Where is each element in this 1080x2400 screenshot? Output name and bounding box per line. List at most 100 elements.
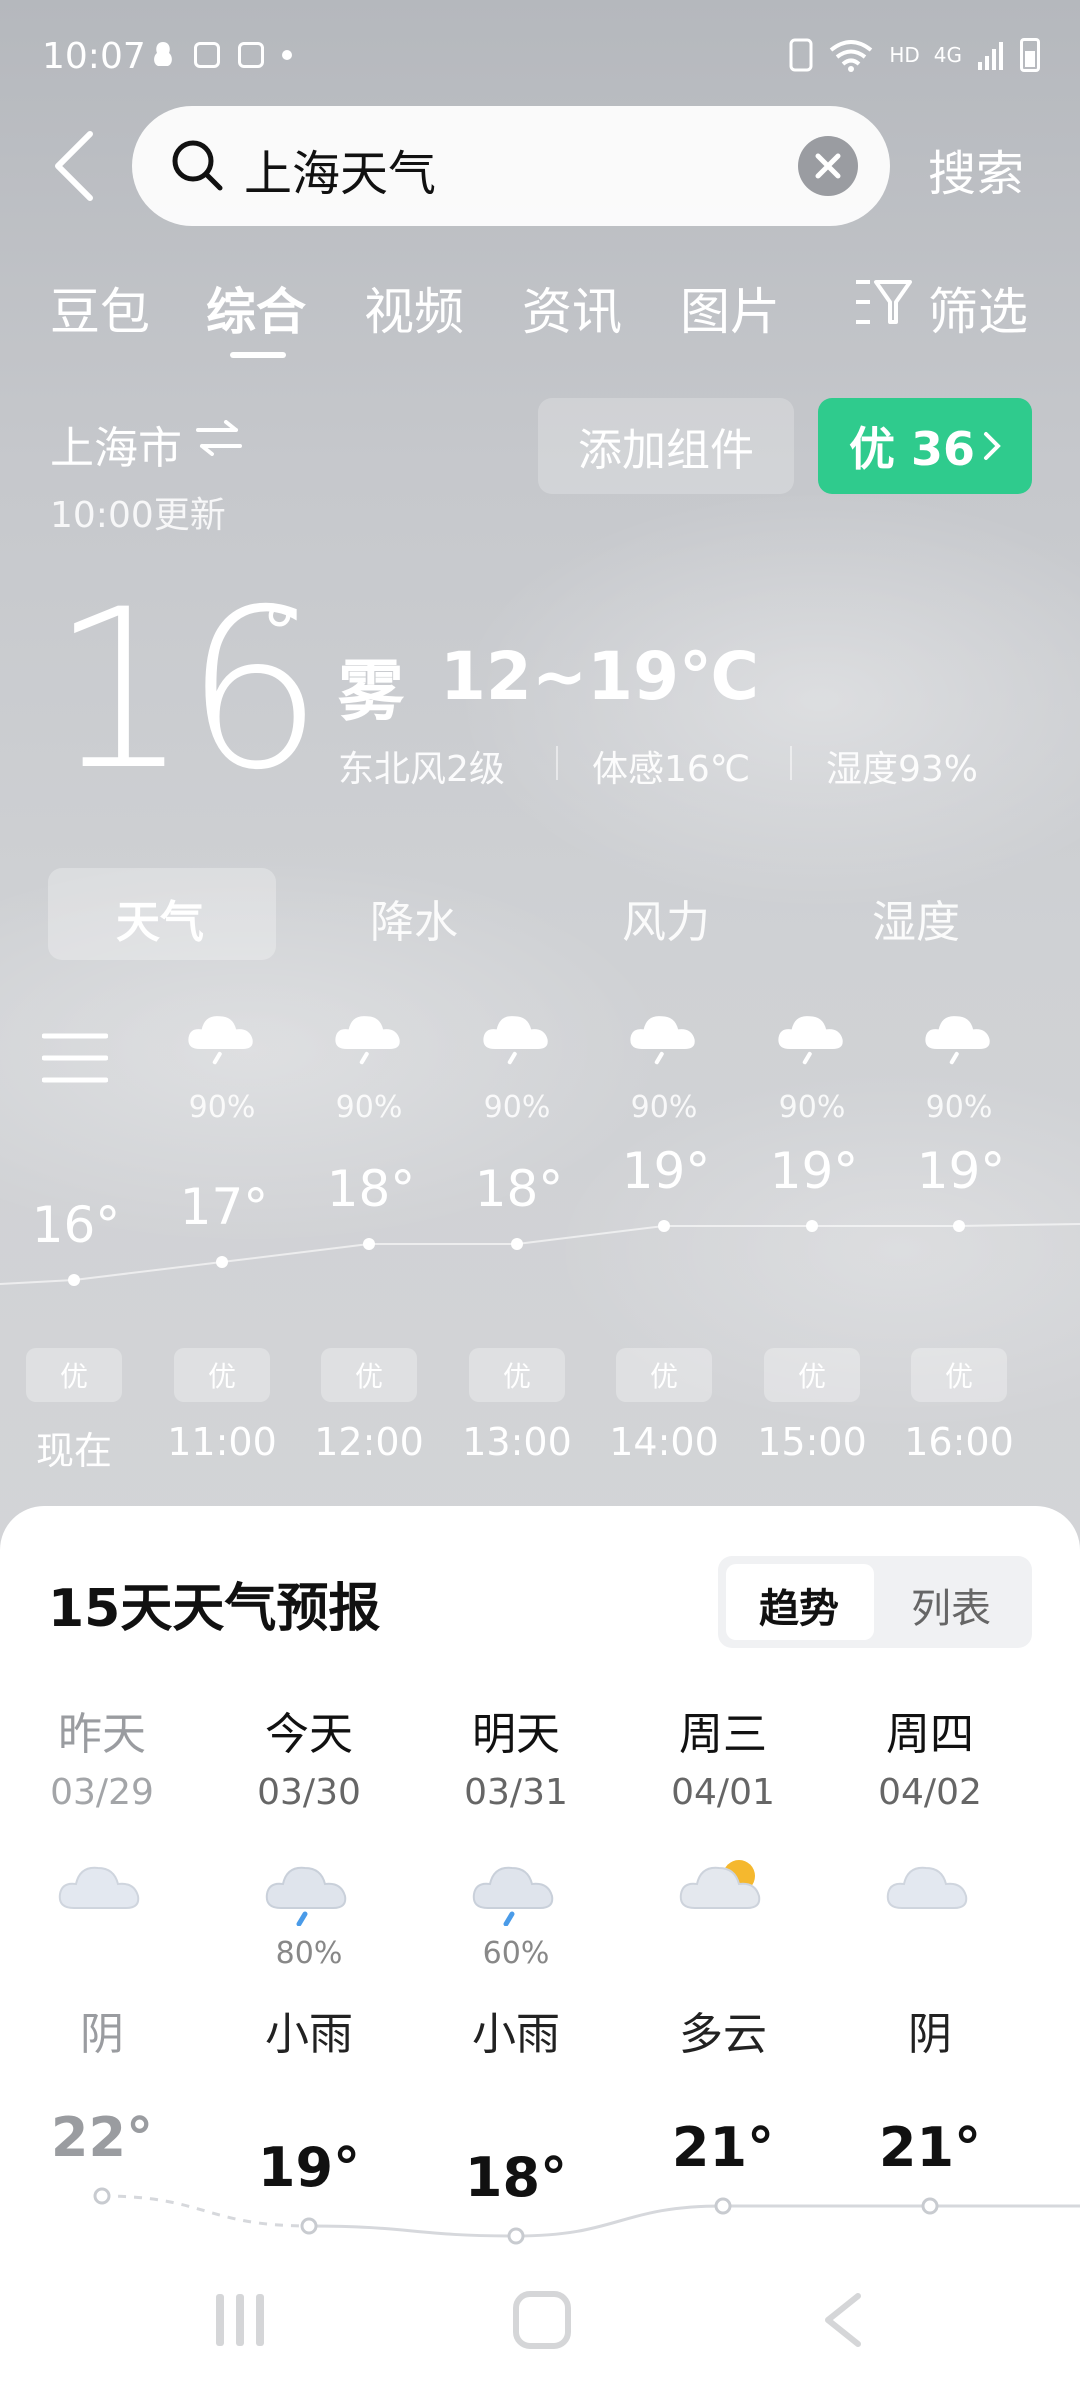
feels-like: 体感16℃ bbox=[592, 749, 751, 790]
hour-time: 现在 bbox=[35, 1429, 112, 1473]
hour-aqi-badge: 优 bbox=[174, 1348, 270, 1402]
hour-aqi-badge: 优 bbox=[469, 1348, 565, 1402]
temperature-range: 12~19℃ bbox=[440, 638, 759, 715]
cloudy-rain-icon bbox=[630, 1016, 695, 1065]
subtab-humidity[interactable]: 湿度 bbox=[872, 886, 960, 950]
divider bbox=[556, 746, 558, 780]
switch-city-icon[interactable] bbox=[196, 420, 242, 456]
day-precipitation: 80% bbox=[275, 1936, 343, 1971]
update-time: 10:00更新 bbox=[50, 495, 226, 536]
cloudy-rain-icon bbox=[925, 1016, 990, 1065]
light-rain-icon bbox=[265, 1866, 347, 1926]
hourly-point bbox=[216, 1256, 228, 1268]
trend-toggle[interactable]: 趋势 bbox=[724, 1576, 874, 1634]
hour-precipitation: 90% bbox=[630, 1090, 698, 1125]
subtab-precipitation[interactable]: 降水 bbox=[370, 886, 458, 950]
home-icon[interactable] bbox=[512, 2290, 572, 2350]
network-type: 4G bbox=[933, 43, 962, 67]
forecast-title: 15天天气预报 bbox=[48, 1579, 381, 1639]
hour-time: 11:00 bbox=[167, 1420, 277, 1464]
app-notification-icon bbox=[154, 42, 172, 66]
day-date: 04/01 bbox=[671, 1772, 775, 1813]
battery-icon bbox=[1020, 38, 1040, 72]
humidity: 湿度93% bbox=[826, 749, 979, 790]
status-system-icons: HD 4G bbox=[789, 38, 1040, 72]
day-date: 04/02 bbox=[878, 1772, 982, 1813]
day-precipitation: 60% bbox=[482, 1936, 550, 1971]
forecast-point bbox=[300, 2217, 318, 2235]
hourly-point bbox=[953, 1220, 965, 1232]
wifi-icon bbox=[830, 40, 873, 72]
tab-images[interactable]: 图片 bbox=[680, 272, 780, 344]
day-date: 03/30 bbox=[257, 1772, 361, 1813]
hour-time: 13:00 bbox=[462, 1420, 572, 1464]
cloudy-rain-icon bbox=[188, 1016, 253, 1065]
degree-symbol: ° bbox=[262, 592, 297, 674]
forecast-point bbox=[714, 2197, 732, 2215]
cloudy-icon bbox=[58, 1866, 140, 1909]
hour-time: 12:00 bbox=[314, 1420, 424, 1464]
forecast-line-segment bbox=[515, 2204, 724, 2238]
cloudy-rain-icon bbox=[335, 1016, 400, 1065]
hour-precipitation: 90% bbox=[335, 1090, 403, 1125]
forecast-point bbox=[93, 2187, 111, 2205]
status-time: 10:07 bbox=[42, 36, 146, 77]
day-condition: 小雨 bbox=[472, 2009, 560, 2060]
aqi-label: 优 36 bbox=[848, 422, 976, 476]
hour-time: 16:00 bbox=[904, 1420, 1014, 1464]
city-name[interactable]: 上海市 bbox=[50, 412, 182, 476]
chevron-right-icon bbox=[984, 432, 1001, 460]
forecast-point bbox=[507, 2227, 525, 2245]
hour-precipitation: 90% bbox=[188, 1090, 256, 1125]
hourly-point bbox=[363, 1238, 375, 1250]
cloudy-rain-icon bbox=[483, 1016, 548, 1065]
hour-aqi-badge: 优 bbox=[764, 1348, 860, 1402]
forecast-point bbox=[921, 2197, 939, 2215]
search-button[interactable]: 搜索 bbox=[928, 134, 1024, 204]
forecast-temperature-line bbox=[93, 2187, 1080, 2245]
day-date: 03/29 bbox=[50, 1772, 154, 1813]
nfc-icon bbox=[789, 38, 813, 72]
hour-aqi-badge: 优 bbox=[616, 1348, 712, 1402]
day-name[interactable]: 今天 bbox=[229, 1698, 389, 1762]
hour-aqi-badge: 优 bbox=[911, 1348, 1007, 1402]
aqi-button[interactable]: 优 36 bbox=[818, 398, 1032, 494]
tab-doubao[interactable]: 豆包 bbox=[50, 272, 150, 344]
cloudy-icon bbox=[886, 1866, 968, 1909]
day-name[interactable]: 明天 bbox=[436, 1698, 596, 1762]
subtab-weather[interactable]: 天气 bbox=[116, 886, 204, 950]
filter-icon[interactable] bbox=[852, 276, 914, 328]
tab-comprehensive[interactable]: 综合 bbox=[206, 272, 306, 344]
light-rain-icon bbox=[472, 1866, 554, 1926]
back-nav-icon[interactable] bbox=[820, 2290, 864, 2350]
hourly-line-path bbox=[0, 1223, 1080, 1285]
back-arrow-icon[interactable] bbox=[46, 128, 106, 204]
day-name[interactable]: 昨天 bbox=[22, 1698, 182, 1762]
day-condition: 阴 bbox=[80, 2009, 124, 2060]
tab-video[interactable]: 视频 bbox=[364, 272, 464, 344]
filter-button[interactable]: 筛选 bbox=[928, 272, 1028, 344]
recent-apps-icon[interactable] bbox=[212, 2290, 268, 2350]
hour-aqi-badge: 优 bbox=[26, 1348, 122, 1402]
partly-cloudy-icon bbox=[679, 1860, 761, 1909]
signal-icon bbox=[978, 42, 1003, 70]
hourly-point bbox=[511, 1238, 523, 1250]
day-name[interactable]: 周三 bbox=[643, 1698, 803, 1762]
active-tab-indicator bbox=[230, 352, 286, 358]
tab-news[interactable]: 资讯 bbox=[522, 272, 622, 344]
list-toggle[interactable]: 列表 bbox=[876, 1576, 1026, 1634]
menu-icon[interactable] bbox=[42, 1030, 108, 1086]
search-input[interactable]: 上海天气 bbox=[244, 134, 436, 204]
day-name[interactable]: 周四 bbox=[850, 1698, 1010, 1762]
status-notification-icons bbox=[150, 40, 292, 70]
forecast-line-segment bbox=[101, 2194, 310, 2228]
divider bbox=[790, 746, 792, 780]
hour-precipitation: 90% bbox=[925, 1090, 993, 1125]
subtab-wind[interactable]: 风力 bbox=[622, 886, 710, 950]
day-condition: 阴 bbox=[908, 2009, 952, 2060]
hour-time: 14:00 bbox=[609, 1420, 719, 1464]
hour-precipitation: 90% bbox=[483, 1090, 551, 1125]
add-widget-button[interactable]: 添加组件 bbox=[538, 398, 794, 494]
hd-label: HD bbox=[889, 43, 920, 67]
clear-icon[interactable] bbox=[798, 136, 858, 196]
